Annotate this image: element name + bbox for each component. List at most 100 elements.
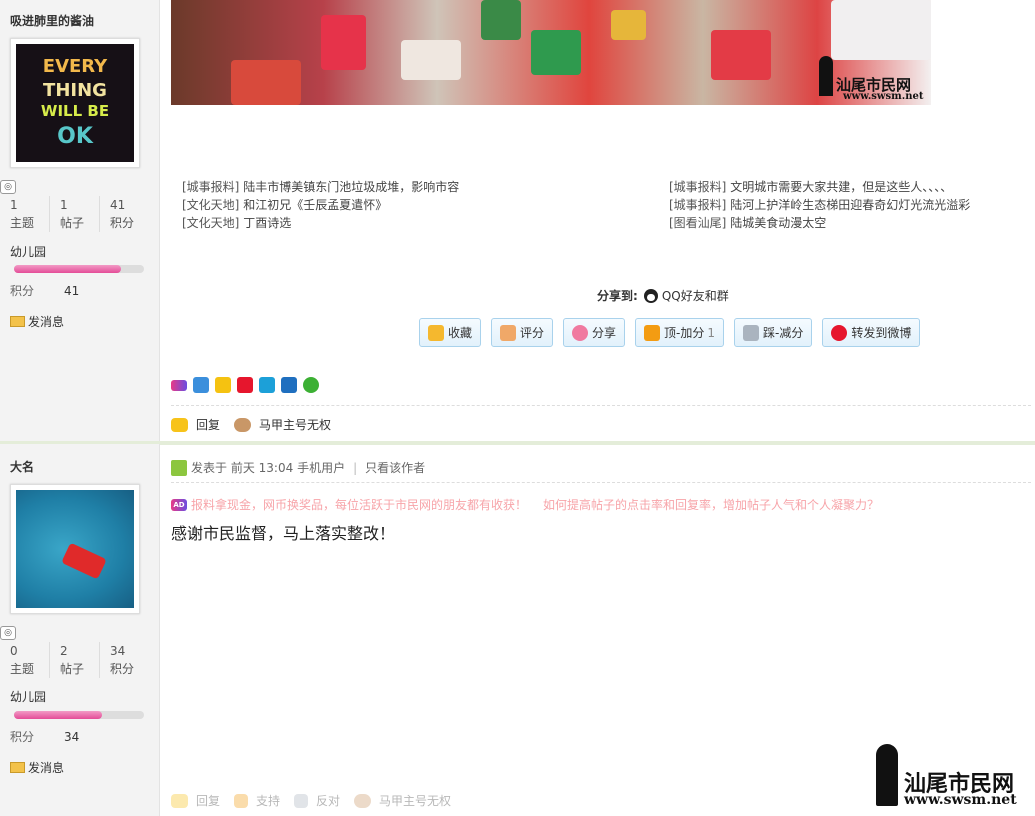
only-author-link[interactable]: 只看该作者 [365, 459, 425, 476]
avatar[interactable] [10, 484, 140, 614]
coffee-icon [234, 417, 252, 432]
posted-prefix: 发表于 [191, 461, 228, 475]
level-progress-bar [14, 265, 144, 273]
sockpuppet-button[interactable]: 马甲主号无权 [354, 792, 451, 809]
avatar[interactable]: EVERY THING WILL BE OK [10, 38, 140, 168]
rate-button[interactable]: 评分 [491, 318, 554, 347]
ad-links: AD 报料拿现金，网币换奖品，每位活跃于市民网的朋友都有收获！ 如何提高帖子的点… [171, 496, 879, 513]
user-level[interactable]: 幼儿园 [10, 243, 46, 260]
arrow-up-icon [644, 324, 661, 341]
related-link[interactable]: [城事报料] 陆丰市博美镇东门池垃圾成堆，影响市容 [182, 178, 459, 196]
avatar-text-2: THING [43, 80, 107, 101]
ad-icon: AD [171, 498, 187, 511]
watermark-url: www.swsm.net [904, 792, 1017, 808]
site-watermark: 汕尾市民网 www.swsm.net [870, 744, 1030, 812]
reply-icon [171, 417, 188, 432]
arrow-down-icon [743, 324, 760, 341]
envelope-icon [10, 762, 25, 773]
envelope-icon [10, 316, 25, 327]
heart-icon [572, 324, 589, 341]
author-name[interactable]: 吸进肺里的酱油 [10, 12, 94, 29]
avatar-figure [61, 542, 107, 580]
post-1: 吸进肺里的酱油 EVERY THING WILL BE OK ◎ 1 主题 1 帖子… [0, 0, 1035, 444]
support-button[interactable]: 支持 [234, 792, 280, 809]
reply-button[interactable]: 回复 [171, 792, 220, 809]
weibo-share-icon[interactable] [237, 377, 253, 393]
plus-share-icon[interactable] [193, 377, 209, 393]
author-stats: 1 主题 1 帖子 41 积分 [0, 196, 160, 232]
coffee-icon [354, 793, 372, 808]
post-content: 感谢市民监督，马上落实整改！ [171, 524, 396, 543]
reply-bar: 回复 支持 反对 马甲主号无权 [171, 792, 465, 809]
share-icon-bar [171, 377, 325, 393]
star-icon [428, 324, 444, 341]
medal-icon[interactable]: ◎ [0, 180, 16, 194]
wechat-icon[interactable] [303, 377, 319, 393]
qzone-icon[interactable] [215, 377, 231, 393]
user-level[interactable]: 幼儿园 [10, 688, 46, 705]
weibo-forward-button[interactable]: 转发到微博 [822, 318, 921, 347]
sockpuppet-button[interactable]: 马甲主号无权 [234, 416, 331, 433]
arrow-down-icon [294, 793, 309, 808]
share-qq-link[interactable]: QQ好友和群 [662, 289, 729, 303]
user-icon [171, 459, 187, 476]
stat-threads[interactable]: 1 主题 [0, 196, 50, 232]
stat-threads[interactable]: 0 主题 [0, 642, 50, 678]
post-actions: 收藏 评分 分享 顶-加分 1 踩-减分 转发到微博 [419, 318, 930, 347]
related-links-right: [城事报料] 文明城市需要大家共建，但是这些人、、、、 [城事报料] 陆河上护洋… [669, 178, 970, 232]
avatar-text-1: EVERY [42, 56, 108, 77]
downvote-button[interactable]: 踩-减分 [734, 318, 813, 347]
stat-posts[interactable]: 2 帖子 [50, 642, 100, 678]
author-sidebar: 吸进肺里的酱油 EVERY THING WILL BE OK ◎ 1 主题 1 帖子… [0, 0, 160, 444]
upvote-count: 1 [707, 325, 716, 340]
send-message-button[interactable]: 发消息 [10, 313, 64, 330]
tencent-weibo-icon[interactable] [259, 377, 275, 393]
author-sidebar: 大名 ◎ 0 主题 2 帖子 34 积分 幼儿园 积分 34 发消息 [0, 444, 160, 816]
separator [171, 405, 1031, 406]
watermark-figure-icon [876, 744, 898, 806]
level-progress-bar [14, 711, 144, 719]
oppose-button[interactable]: 反对 [294, 792, 340, 809]
qq-icon[interactable] [643, 289, 658, 303]
stat-credits[interactable]: 34 积分 [100, 642, 150, 678]
author-stats: 0 主题 2 帖子 34 积分 [0, 642, 160, 678]
renren-icon[interactable] [281, 377, 297, 393]
post-banner-image: 汕尾市民网 www.swsm.net [171, 0, 931, 105]
upvote-button[interactable]: 顶-加分 1 [635, 318, 725, 347]
medal-icon[interactable]: ◎ [0, 626, 16, 640]
points-row: 积分 34 [10, 730, 80, 744]
thumb-icon [500, 324, 517, 341]
stat-posts[interactable]: 1 帖子 [50, 196, 100, 232]
posted-time: 前天 13:04 [230, 461, 294, 475]
points-value: 34 [64, 730, 80, 744]
ad-link-1[interactable]: 报料拿现金，网币换奖品，每位活跃于市民网的朋友都有收获！ [191, 496, 527, 513]
weibo-icon [831, 324, 848, 341]
reply-icon [171, 793, 188, 808]
watermark-figure-icon [819, 56, 833, 96]
related-link[interactable]: [城事报料] 文明城市需要大家共建，但是这些人、、、、 [669, 178, 970, 196]
ad-icon[interactable] [171, 380, 187, 391]
points-value: 41 [64, 284, 80, 298]
stat-credits[interactable]: 41 积分 [100, 196, 150, 232]
arrow-up-icon [234, 793, 249, 808]
related-link[interactable]: [图看汕尾] 陆城美食动漫太空 [669, 214, 970, 232]
related-link[interactable]: [文化天地] 丁酉诗选 [182, 214, 459, 232]
reply-bar: 回复 马甲主号无权 [171, 416, 345, 433]
related-link[interactable]: [文化天地] 和江初兄《壬辰孟夏遣怀》 [182, 196, 459, 214]
author-name[interactable]: 大名 [10, 458, 34, 475]
favorite-button[interactable]: 收藏 [419, 318, 482, 347]
points-row: 积分 41 [10, 284, 80, 298]
device-label: 手机用户 [297, 461, 346, 475]
related-link[interactable]: [城事报料] 陆河上护洋岭生态梯田迎春奇幻灯光流光溢彩 [669, 196, 970, 214]
reply-button[interactable]: 回复 [171, 416, 220, 433]
share-button[interactable]: 分享 [563, 318, 626, 347]
separator [171, 482, 1031, 483]
avatar-text-3: WILL BE [40, 102, 110, 120]
ad-link-2[interactable]: 如何提高帖子的点击率和回复率，增加帖子人气和个人凝聚力？ [543, 496, 879, 513]
related-links-left: [城事报料] 陆丰市博美镇东门池垃圾成堆，影响市容 [文化天地] 和江初兄《壬辰… [182, 178, 459, 232]
banner-watermark-url: www.swsm.net [843, 91, 924, 102]
avatar-text-4: OK [57, 124, 93, 149]
post-meta: 发表于 前天 13:04 手机用户 | 只看该作者 [171, 459, 425, 476]
share-to: 分享到: QQ好友和群 [597, 289, 729, 303]
send-message-button[interactable]: 发消息 [10, 759, 64, 776]
